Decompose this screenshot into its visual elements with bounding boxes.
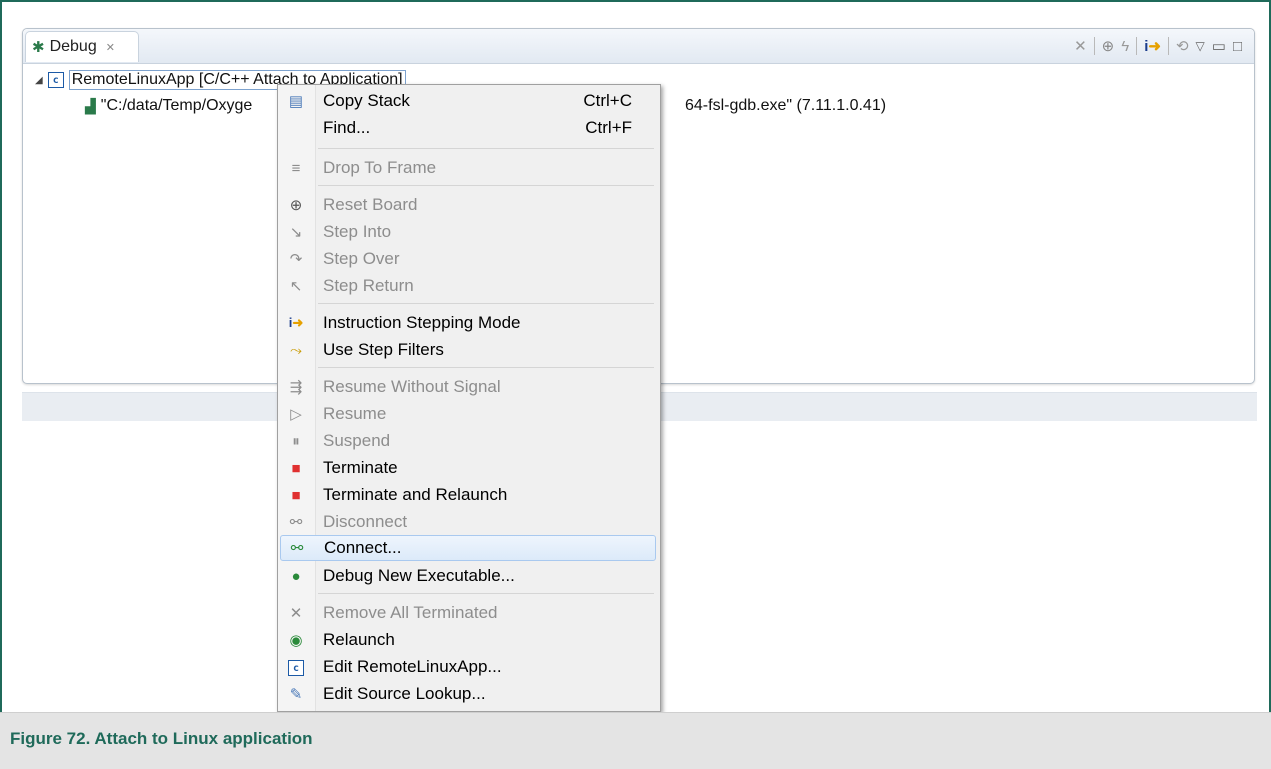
copy-icon: ▤ <box>288 93 304 110</box>
menu-item-instruction-stepping[interactable]: i➜ Instruction Stepping Mode <box>280 310 656 336</box>
debug-icon: ✱ <box>32 39 45 56</box>
context-menu: ▤ Copy Stack Ctrl+C Find... Ctrl+F ≡ Dro… <box>277 84 661 712</box>
menu-item-connect[interactable]: ⚯ Connect... <box>280 535 656 561</box>
menu-item-suspend[interactable]: ⏸ Suspend <box>280 428 656 454</box>
suspend-icon: ⏸ <box>292 432 300 450</box>
menu-item-copy-stack[interactable]: ▤ Copy Stack Ctrl+C <box>280 88 656 114</box>
connect-icon: ⚯ <box>290 540 304 557</box>
toolbar-separator <box>1093 37 1095 55</box>
caption-bar: Figure 72. Attach to Linux application <box>0 712 1271 769</box>
menu-item-label: Copy Stack <box>323 91 410 110</box>
menu-item-label: Remove All Terminated <box>323 603 498 622</box>
edit-source-lookup-icon: ✎ <box>289 686 303 703</box>
figure-caption: Figure 72. Attach to Linux application <box>10 729 313 748</box>
menu-item-edit-remotelinuxapp[interactable]: c Edit RemoteLinuxApp... <box>280 654 656 680</box>
menu-item-label: Step Over <box>323 249 400 268</box>
menu-item-remove-all-terminated[interactable]: ✕ Remove All Terminated <box>280 600 656 626</box>
maximize-icon[interactable]: □ <box>1233 38 1242 55</box>
menu-item-step-into[interactable]: ↘ Step Into <box>280 219 656 245</box>
menu-item-label: Instruction Stepping Mode <box>323 313 521 332</box>
close-icon[interactable]: ✕ <box>106 41 115 54</box>
step-filters-icon: ⤳ <box>289 341 302 359</box>
step-filters-icon[interactable]: ⟲ <box>1176 37 1189 55</box>
menu-item-label: Edit Source Lookup... <box>323 684 486 703</box>
resume-icon: ▷ <box>290 406 302 423</box>
tree-gdb-label-right-row: 64-fsl-gdb.exe" (7.11.1.0.41) <box>685 95 886 117</box>
resume-without-signal-icon: ⇶ <box>289 379 303 396</box>
reset-board-icon[interactable]: ⊕ <box>1102 37 1115 55</box>
menu-item-label: Step Into <box>323 222 392 241</box>
step-return-icon: ↖ <box>289 278 303 295</box>
menu-item-label: Disconnect <box>323 512 408 531</box>
terminate-relaunch-icon: ■ <box>291 486 301 504</box>
minimize-icon[interactable]: ▭ <box>1212 37 1226 55</box>
step-into-icon: ↘ <box>289 224 303 241</box>
menu-separator <box>318 367 654 368</box>
remove-terminated-icon[interactable]: ✕ <box>1074 37 1087 55</box>
toolbar-separator <box>1167 37 1169 55</box>
tree-gdb-label-right: 64-fsl-gdb.exe" (7.11.1.0.41) <box>685 97 887 114</box>
expand-triangle-icon[interactable]: ◢ <box>35 75 43 86</box>
menu-item-label: Step Return <box>323 276 414 295</box>
menu-item-label: Resume <box>323 404 387 423</box>
menu-item-label: Edit RemoteLinuxApp... <box>323 657 502 676</box>
menu-item-debug-new-executable[interactable]: ● Debug New Executable... <box>280 563 656 589</box>
menu-item-relaunch[interactable]: ◉ Relaunch <box>280 627 656 653</box>
menu-item-find[interactable]: Find... Ctrl+F <box>280 115 656 141</box>
menu-separator <box>318 303 654 304</box>
reset-board-icon: ⊕ <box>289 197 303 214</box>
menu-item-label: Debug New Executable... <box>323 566 515 585</box>
menu-item-step-over[interactable]: ↷ Step Over <box>280 246 656 272</box>
tab-debug[interactable]: ✱ Debug ✕ <box>25 31 139 62</box>
menu-item-label: Connect... <box>324 538 402 557</box>
menu-separator <box>318 593 654 594</box>
menu-item-label: Terminate <box>323 458 398 477</box>
instruction-stepping-icon: i➜ <box>288 315 304 330</box>
relaunch-icon: ◉ <box>289 632 303 649</box>
menu-item-shortcut: Ctrl+F <box>585 118 632 137</box>
menu-item-reset-board[interactable]: ⊕ Reset Board <box>280 192 656 218</box>
menu-item-label: Relaunch <box>323 630 395 649</box>
lightning-icon[interactable]: ϟ <box>1121 38 1129 55</box>
menu-separator <box>318 148 654 149</box>
menu-item-drop-to-frame[interactable]: ≡ Drop To Frame <box>280 155 656 181</box>
menu-separator <box>318 185 654 186</box>
menu-item-label: Find... <box>323 118 371 137</box>
tree-gdb-label: "C:/data/Temp/Oxyge <box>100 97 253 114</box>
menu-item-label: Reset Board <box>323 195 418 214</box>
debug-new-executable-icon: ● <box>291 567 301 585</box>
remove-terminated-icon: ✕ <box>289 605 303 622</box>
instruction-stepping-icon[interactable]: i➜ <box>1144 37 1161 55</box>
menu-item-edit-source-lookup[interactable]: ✎ Edit Source Lookup... <box>280 681 656 707</box>
menu-item-resume[interactable]: ▷ Resume <box>280 401 656 427</box>
menu-item-disconnect[interactable]: ⚯ Disconnect <box>280 509 656 535</box>
toolbar-separator <box>1136 37 1138 55</box>
tab-debug-label: Debug <box>49 38 97 55</box>
menu-item-shortcut: Ctrl+C <box>583 91 632 110</box>
disconnect-icon: ⚯ <box>289 514 303 531</box>
terminate-icon: ■ <box>291 459 301 477</box>
menu-item-use-step-filters[interactable]: ⤳ Use Step Filters <box>280 337 656 363</box>
view-toolbar: ✕ ⊕ ϟ i➜ ⟲ ▽ ▭ □ <box>1074 35 1242 57</box>
step-over-icon: ↷ <box>289 251 303 268</box>
c-launch-icon: c <box>47 72 64 88</box>
menu-item-label: Terminate and Relaunch <box>323 485 508 504</box>
menu-item-label: Drop To Frame <box>323 158 437 177</box>
menu-item-terminate[interactable]: ■ Terminate <box>280 455 656 481</box>
menu-item-terminate-relaunch[interactable]: ■ Terminate and Relaunch <box>280 482 656 508</box>
view-tab-header: ✱ Debug ✕ ✕ ⊕ ϟ i➜ ⟲ ▽ ▭ □ <box>23 29 1254 64</box>
drop-to-frame-icon: ≡ <box>291 159 301 177</box>
menu-item-label: Suspend <box>323 431 391 450</box>
menu-item-label: Use Step Filters <box>323 340 444 359</box>
tree-row-gdb[interactable]: ▟ "C:/data/Temp/Oxyge <box>85 95 252 117</box>
edit-config-icon: c <box>286 658 306 677</box>
gdb-process-icon: ▟ <box>85 97 96 114</box>
menu-item-resume-without-signal[interactable]: ⇶ Resume Without Signal <box>280 374 656 400</box>
menu-item-label: Resume Without Signal <box>323 377 501 396</box>
menu-item-step-return[interactable]: ↖ Step Return <box>280 273 656 299</box>
view-menu-icon[interactable]: ▽ <box>1196 39 1205 53</box>
